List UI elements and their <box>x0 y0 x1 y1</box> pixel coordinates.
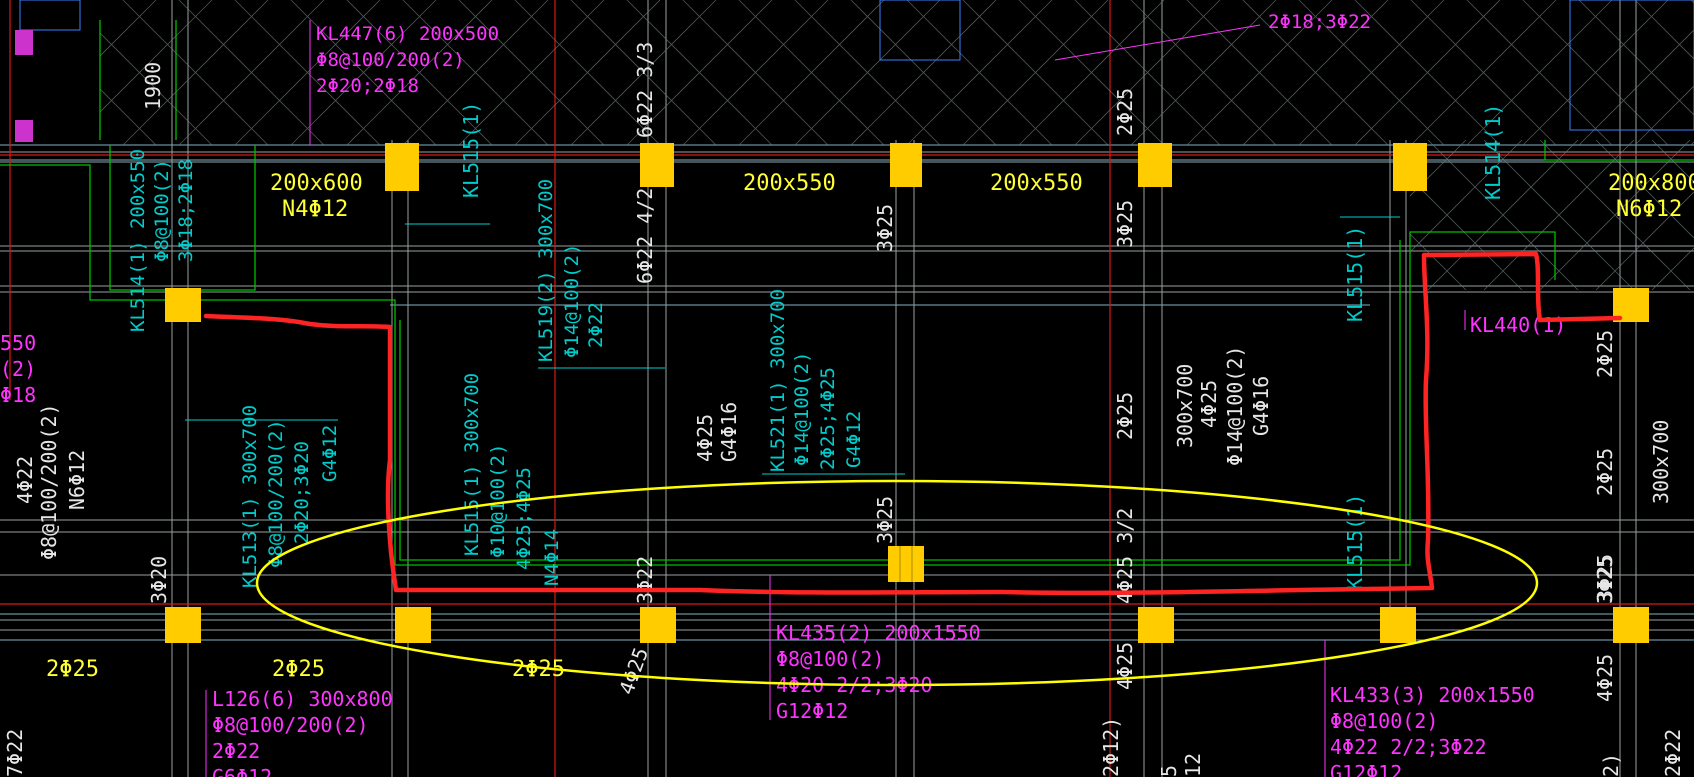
beam-label: Φ8@100/200(2) <box>316 49 465 71</box>
rebar-label: 2Φ22 <box>1661 729 1685 777</box>
beam-label: 2Φ20;2Φ18 <box>316 75 419 97</box>
beam-label: L126(6) 300x800 <box>212 687 393 711</box>
column <box>1138 143 1172 187</box>
beam-label: KL514(1) 200x550 <box>127 149 149 332</box>
rebar-label: 2Φ25 <box>1593 448 1617 496</box>
section-size: Φ18 <box>0 383 36 407</box>
column <box>1613 607 1649 643</box>
beam-label: 2Φ18;3Φ22 <box>1268 11 1371 33</box>
beam-label: KL515(1) <box>459 102 483 198</box>
rebar-label: 2Φ25 <box>272 657 325 682</box>
dimension-label: 1900 <box>141 62 165 110</box>
rebar-label: G4Φ16 <box>717 402 741 462</box>
rebar-label: 2Φ25 <box>1113 88 1137 136</box>
beam-label: Φ14@100(2) <box>561 244 583 358</box>
rebar-label: 2Φ25 <box>1593 330 1617 378</box>
rebar-label: 6Φ22 3/3 <box>633 42 657 138</box>
section-size: (2) <box>0 357 36 381</box>
beam-label: KL515(1) 300x700 <box>461 373 483 556</box>
column <box>890 143 922 187</box>
beam-label: G12Φ12 <box>1330 761 1402 777</box>
rebar-label: 3Φ22 <box>633 556 657 604</box>
rebar-label: 2Φ12) <box>1099 717 1123 777</box>
beam-label: G4Φ12 <box>843 411 865 468</box>
rebar-label: 4Φ25 <box>693 414 717 462</box>
beam-label: Φ10@100(2) <box>487 444 509 558</box>
rebar-label: 3Φ25 <box>1113 200 1137 248</box>
beam-label: G6Φ12 <box>212 765 272 777</box>
beam-label: Φ8@100(2) <box>151 159 173 262</box>
rebar-label: 3Φ25 <box>873 496 897 544</box>
beam-label: Φ8@100/200(2) <box>212 713 369 737</box>
section-size: 300x700 <box>1173 364 1197 448</box>
section-size: 200x800 <box>1608 171 1694 196</box>
rebar-label: 3Φ20 <box>147 556 171 604</box>
beam-label: 3Φ18;2Φ18 <box>175 159 197 262</box>
rebar-label: 4Φ25 <box>1593 654 1617 702</box>
beam-label: Φ8@100/200(2) <box>265 419 287 568</box>
beam-label: KL433(3) 200x1550 <box>1330 683 1535 707</box>
column <box>888 546 924 582</box>
beam-label: KL447(6) 200x500 <box>316 23 499 45</box>
beam-label: 2Φ22 <box>585 302 607 348</box>
column <box>395 607 431 643</box>
beam-label: Φ8@100(2) <box>776 647 884 671</box>
rebar-label: 12 <box>1181 753 1205 777</box>
column <box>640 143 674 187</box>
section-size: N6Φ12 <box>1616 197 1682 222</box>
column <box>385 143 419 191</box>
beam-label: KL514(1) <box>1481 104 1505 200</box>
section-size: 550 <box>0 331 36 355</box>
cad-drawing: KL447(6) 200x500 Φ8@100/200(2) 2Φ20;2Φ18… <box>0 0 1694 777</box>
beam-label: KL515(1) <box>1343 226 1367 322</box>
beam-label: G4Φ12 <box>319 425 341 482</box>
beam-label: KL519(2) 300x700 <box>535 179 557 362</box>
section-size: 200x600 <box>270 171 363 196</box>
beam-label: Φ14@100(2) <box>791 352 813 466</box>
column <box>1393 143 1427 191</box>
rebar-label: 2) <box>1599 753 1623 777</box>
column <box>1138 607 1174 643</box>
section-size: 300x700 <box>1649 420 1673 504</box>
beam-label: KL513(1) 300x700 <box>239 405 261 588</box>
rebar-label: 7Φ22 <box>3 729 27 777</box>
beam-label: 2Φ25;4Φ25 <box>817 367 839 470</box>
beam-label: Φ8@100(2) <box>1330 709 1438 733</box>
beam-label: KL440(1) <box>1470 313 1566 337</box>
beam-label: G12Φ12 <box>776 699 848 723</box>
beam-label: 2Φ22 <box>212 739 260 763</box>
rebar-label: 3Φ25 <box>873 204 897 252</box>
rebar-label: 6Φ22 4/2 <box>633 188 657 284</box>
column <box>1380 607 1416 643</box>
beam-label: 4Φ25;4Φ25 <box>513 467 535 570</box>
section-size: 200x550 <box>743 171 836 196</box>
rebar-label: Φ8@100/200(2) <box>37 403 61 560</box>
rebar-label: 2Φ25 <box>46 657 99 682</box>
beam-label: KL435(2) 200x1550 <box>776 621 981 645</box>
section-size: 200x550 <box>990 171 1083 196</box>
rebar-label: N6Φ12 <box>65 450 89 510</box>
beam-label: 2Φ20;3Φ20 <box>291 441 313 544</box>
rebar-label: G4Φ16 <box>1249 376 1273 436</box>
rebar-label: 4Φ25 <box>1197 380 1221 428</box>
rebar-label: 4Φ22 <box>13 456 37 504</box>
beam-label: 4Φ22 2/2;3Φ22 <box>1330 735 1487 759</box>
rebar-label: 4Φ25 3/2 <box>1113 508 1137 604</box>
rebar-label: Φ14@100(2) <box>1223 346 1247 466</box>
beam-label: KL515(1) <box>1343 494 1367 590</box>
section-size: N4Φ12 <box>282 197 348 222</box>
rebar-label: 3Φ25 <box>1593 556 1617 604</box>
column <box>640 607 676 643</box>
rebar-label: 2Φ25 <box>1113 392 1137 440</box>
column <box>165 607 201 643</box>
beam-label: N4Φ14 <box>541 529 563 586</box>
column <box>165 288 201 322</box>
rebar-label: 4Φ25 <box>1113 642 1137 690</box>
rebar-label: 5 <box>1157 765 1181 777</box>
beam-label: KL521(1) 300x700 <box>767 289 789 472</box>
